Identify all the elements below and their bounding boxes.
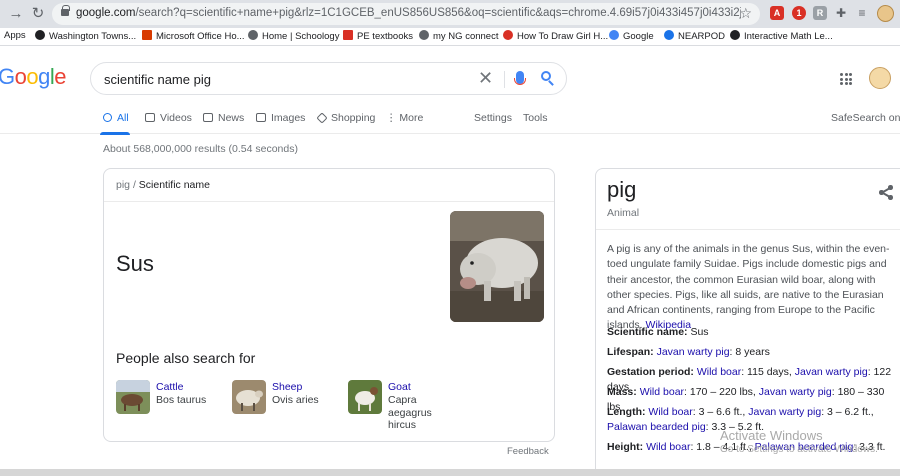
profile-avatar[interactable] <box>877 5 894 22</box>
microphone-icon[interactable] <box>514 71 526 85</box>
nearpod-icon <box>664 30 674 40</box>
office-icon <box>142 30 152 40</box>
settings-link[interactable]: Settings <box>474 112 512 124</box>
fact-link[interactable]: Javan warty pig <box>759 386 832 398</box>
fact-link[interactable]: Wild boar <box>646 441 690 453</box>
fact-link[interactable]: Javan warty pig <box>748 406 821 418</box>
textbook-icon <box>343 30 353 40</box>
tab-images[interactable]: Images <box>256 112 305 124</box>
url-text[interactable]: google.com/search?q=scientific+name+pig&… <box>76 7 741 19</box>
avatar[interactable] <box>869 67 891 89</box>
fact-link[interactable]: Wild boar <box>640 386 684 398</box>
google-logo[interactable]: Google <box>0 64 67 90</box>
pig-image[interactable] <box>450 211 544 322</box>
scientific-name-card: pig / Scientific name Sus People also se… <box>103 168 555 442</box>
divider <box>104 201 554 202</box>
related-scientific-name: Bos taurus <box>156 394 207 406</box>
globe-icon <box>730 30 740 40</box>
bookmark-draw-girl[interactable]: How To Draw Girl H... <box>503 30 608 42</box>
schoology-icon <box>248 30 258 40</box>
news-icon <box>203 113 213 122</box>
tab-news[interactable]: News <box>203 112 244 124</box>
safesearch-link[interactable]: SafeSearch on <box>831 112 900 124</box>
search-icon[interactable] <box>541 71 555 86</box>
globe-icon <box>35 30 45 40</box>
apps-grid-icon[interactable] <box>840 73 852 85</box>
goat-thumbnail[interactable] <box>348 380 382 414</box>
breadcrumb-current: Scientific name <box>138 179 210 191</box>
more-vert-icon: ⋮ <box>386 112 400 124</box>
close-icon[interactable]: ✕ <box>478 68 493 89</box>
ext-red-icon[interactable]: 1 <box>792 6 806 20</box>
fact-link[interactable]: Wild boar <box>648 406 692 418</box>
related-name[interactable]: Sheep <box>272 381 302 393</box>
search-input[interactable]: scientific name pig ✕ <box>90 62 567 95</box>
bookmark-washington[interactable]: Washington Towns... <box>35 30 136 42</box>
bookmark-google[interactable]: Google <box>609 30 654 42</box>
ext-grey-icon[interactable]: R <box>813 6 827 20</box>
video-icon <box>145 113 155 122</box>
reading-list-icon[interactable]: ≡ <box>855 6 869 20</box>
browser-toolbar: → ↻ google.com/search?q=scientific+name+… <box>0 0 900 28</box>
people-also-search-heading: People also search for <box>116 350 256 366</box>
tab-shopping[interactable]: Shopping <box>316 112 375 124</box>
search-icon <box>103 113 112 122</box>
adobe-icon[interactable]: A <box>770 6 784 20</box>
active-tab-indicator <box>100 132 130 135</box>
forward-icon[interactable]: → <box>6 4 26 24</box>
windows-activation-hint: Go to Settings to activate Windows. <box>720 444 878 455</box>
tab-more[interactable]: ⋮ More <box>386 112 423 124</box>
google-icon <box>609 30 619 40</box>
breadcrumb-parent[interactable]: pig <box>116 179 130 191</box>
tools-link[interactable]: Tools <box>523 112 548 124</box>
star-icon[interactable]: ☆ <box>739 5 752 22</box>
tab-all[interactable]: All <box>103 112 129 124</box>
divider <box>596 229 900 230</box>
tag-icon <box>316 112 328 124</box>
related-name[interactable]: Goat <box>388 381 411 393</box>
fact-link[interactable]: Wild boar <box>697 366 741 378</box>
panel-subtitle: Animal <box>607 207 640 219</box>
tab-videos[interactable]: Videos <box>145 112 192 124</box>
related-scientific-name: Ovis aries <box>272 394 319 406</box>
bookmarks-bar: Apps Washington Towns... Microsoft Offic… <box>0 28 900 46</box>
search-tabs: All Videos News Images Shopping ⋮ More S… <box>0 103 900 135</box>
reload-icon[interactable]: ↻ <box>28 4 48 24</box>
fact-link[interactable]: Javan warty pig <box>657 346 730 358</box>
bookmark-interactive-math[interactable]: Interactive Math Le... <box>730 30 833 42</box>
panel-title: pig <box>607 177 637 202</box>
bookmark-apps[interactable]: Apps <box>4 30 26 41</box>
result-stats: About 568,000,000 results (0.54 seconds) <box>103 143 298 155</box>
breadcrumb: pig / Scientific name <box>116 179 210 191</box>
related-scientific-name: Capra aegagrus hircus <box>388 394 432 431</box>
youtube-icon <box>503 30 513 40</box>
image-icon <box>256 113 266 122</box>
bookmark-schoology[interactable]: Home | Schoology <box>248 30 339 42</box>
puzzle-icon[interactable]: ✚ <box>834 6 848 20</box>
cattle-thumbnail[interactable] <box>116 380 150 414</box>
bookmark-office[interactable]: Microsoft Office Ho... <box>142 30 245 42</box>
fact-lifespan: Lifespan: Javan warty pig: 8 years <box>607 346 770 358</box>
share-icon[interactable] <box>879 185 893 200</box>
fact-link[interactable]: Palawan bearded pig <box>607 421 706 433</box>
fact-scientific-name: Scientific name: Sus <box>607 326 709 338</box>
bookmark-pe-textbooks[interactable]: PE textbooks <box>343 30 413 42</box>
address-bar[interactable]: google.com/search?q=scientific+name+pig&… <box>52 3 760 25</box>
bookmark-ng-connect[interactable]: my NG connect <box>419 30 498 42</box>
ng-icon <box>419 30 429 40</box>
horizontal-scrollbar[interactable] <box>0 469 900 476</box>
sheep-thumbnail[interactable] <box>232 380 266 414</box>
panel-description: A pig is any of the animals in the genus… <box>607 243 890 332</box>
lock-icon <box>61 5 70 16</box>
answer-text: Sus <box>116 251 154 276</box>
search-query[interactable]: scientific name pig <box>104 72 211 87</box>
feedback-link[interactable]: Feedback <box>507 446 549 457</box>
breadcrumb-separator: / <box>132 179 136 191</box>
windows-activation-watermark: Activate Windows <box>720 428 823 443</box>
related-name[interactable]: Cattle <box>156 381 183 393</box>
bookmark-nearpod[interactable]: NEARPOD <box>664 30 725 42</box>
divider <box>504 71 505 88</box>
fact-link[interactable]: Javan warty pig <box>795 366 868 378</box>
